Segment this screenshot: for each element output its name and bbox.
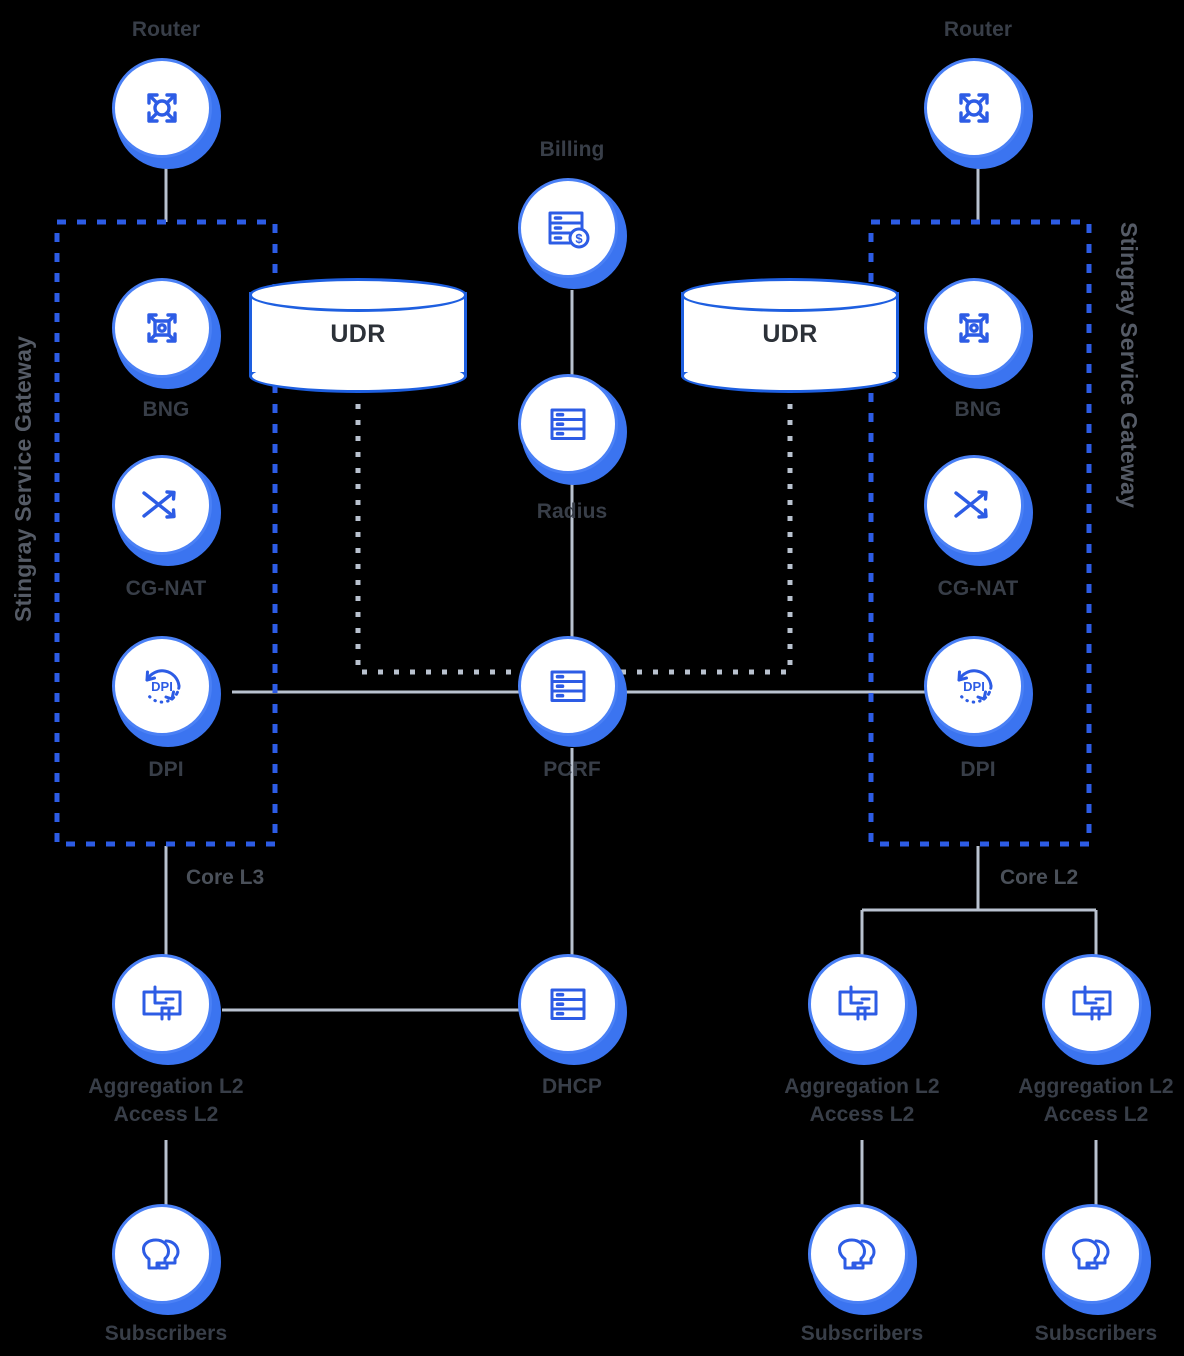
node-dpi-left-label: DPI — [148, 758, 184, 781]
switch-icon — [838, 985, 878, 1021]
router-icon — [959, 93, 989, 123]
dpi-icon-text: DPI — [151, 679, 173, 694]
node-subscribers-left-label: Subscribers — [104, 1322, 228, 1345]
server-money-icon: $ — [548, 211, 590, 249]
node-aggregation-right-2[interactable] — [1042, 954, 1154, 1066]
node-disc — [112, 1204, 212, 1304]
server-icon — [550, 670, 586, 702]
node-router-right[interactable] — [924, 58, 1036, 170]
dpi-icon-text: DPI — [963, 679, 985, 694]
people-heads-icon — [838, 1238, 876, 1270]
node-disc — [1042, 1204, 1142, 1304]
node-disc — [518, 954, 618, 1054]
node-subscribers-left[interactable] — [112, 1204, 224, 1316]
node-bng-left-label: BNG — [142, 398, 190, 421]
node-disc — [518, 374, 618, 474]
node-subscribers-right-2[interactable] — [1042, 1204, 1154, 1316]
node-dpi-left[interactable]: DPI — [112, 636, 224, 748]
node-disc — [924, 455, 1024, 555]
node-aggregation-right-1[interactable] — [808, 954, 920, 1066]
node-cgnat-right[interactable] — [924, 455, 1036, 567]
node-disc — [1042, 954, 1142, 1054]
edge-label-core-l2: Core L2 — [1000, 866, 1079, 889]
dpi-icon: DPI — [145, 669, 181, 704]
node-dhcp[interactable] — [518, 954, 630, 1066]
node-disc — [518, 636, 618, 736]
node-aggregation-left-label: Aggregation L2 Access L2 — [41, 1073, 291, 1128]
node-pcrf-label: PCRF — [543, 758, 601, 781]
edge-label-core-l3: Core L3 — [186, 866, 265, 889]
node-billing-label: Billing — [539, 138, 605, 161]
node-disc — [112, 954, 212, 1054]
udr-left[interactable]: UDR — [249, 278, 467, 393]
bng-icon — [959, 313, 989, 343]
server-icon — [550, 408, 586, 440]
aggregation-label-line1: Aggregation L2 — [784, 1075, 940, 1098]
aggregation-label-line1: Aggregation L2 — [1018, 1075, 1174, 1098]
people-heads-icon — [142, 1238, 180, 1270]
aggregation-label-line1: Aggregation L2 — [88, 1075, 244, 1098]
node-disc — [112, 58, 212, 158]
network-diagram-canvas: UDR UDR Router Router BNG BNG CG-NAT CG-… — [0, 0, 1184, 1356]
aggregation-label-line2: Access L2 — [113, 1102, 219, 1126]
node-subscribers-right-2-label: Subscribers — [1034, 1322, 1158, 1345]
node-disc — [808, 1204, 908, 1304]
node-aggregation-left[interactable] — [112, 954, 224, 1066]
node-router-right-label: Router — [943, 18, 1013, 41]
node-disc — [112, 455, 212, 555]
udr-left-label: UDR — [330, 319, 386, 348]
aggregation-label-line2: Access L2 — [1043, 1102, 1149, 1126]
node-pcrf[interactable] — [518, 636, 630, 748]
shuffle-icon — [142, 490, 176, 519]
node-disc — [924, 278, 1024, 378]
node-router-left-label: Router — [131, 18, 201, 41]
node-cgnat-left-label: CG-NAT — [125, 577, 207, 600]
gateway-label-right: Stingray Service Gateway — [1116, 222, 1142, 509]
node-disc: $ — [518, 178, 618, 278]
people-heads-icon — [1072, 1238, 1110, 1270]
node-cgnat-left[interactable] — [112, 455, 224, 567]
node-disc: DPI — [112, 636, 212, 736]
node-dpi-right[interactable]: DPI — [924, 636, 1036, 748]
node-billing[interactable]: $ — [518, 178, 630, 290]
node-subscribers-right-1[interactable] — [808, 1204, 920, 1316]
router-icon — [147, 93, 177, 123]
dpi-icon: DPI — [957, 669, 993, 704]
node-radius[interactable] — [518, 374, 630, 486]
node-subscribers-right-1-label: Subscribers — [800, 1322, 924, 1345]
node-disc: DPI — [924, 636, 1024, 736]
udr-right-label: UDR — [762, 319, 818, 348]
node-radius-label: Radius — [536, 500, 608, 523]
dollar-glyph: $ — [575, 231, 583, 246]
udr-right[interactable]: UDR — [681, 278, 899, 393]
shuffle-icon — [954, 490, 988, 519]
node-cgnat-right-label: CG-NAT — [937, 577, 1019, 600]
bng-icon — [147, 313, 177, 343]
node-bng-right-label: BNG — [954, 398, 1002, 421]
node-router-left[interactable] — [112, 58, 224, 170]
node-disc — [808, 954, 908, 1054]
node-disc — [924, 58, 1024, 158]
node-aggregation-right-1-label: Aggregation L2 Access L2 — [737, 1073, 987, 1128]
node-bng-right[interactable] — [924, 278, 1036, 390]
gateway-label-left: Stingray Service Gateway — [10, 335, 36, 622]
switch-icon — [1072, 985, 1112, 1021]
node-aggregation-right-2-label: Aggregation L2 Access L2 — [971, 1073, 1184, 1128]
node-bng-left[interactable] — [112, 278, 224, 390]
server-icon — [550, 988, 586, 1020]
node-dpi-right-label: DPI — [960, 758, 996, 781]
switch-icon — [142, 985, 182, 1021]
node-disc — [112, 278, 212, 378]
aggregation-label-line2: Access L2 — [809, 1102, 915, 1126]
node-dhcp-label: DHCP — [542, 1075, 602, 1098]
